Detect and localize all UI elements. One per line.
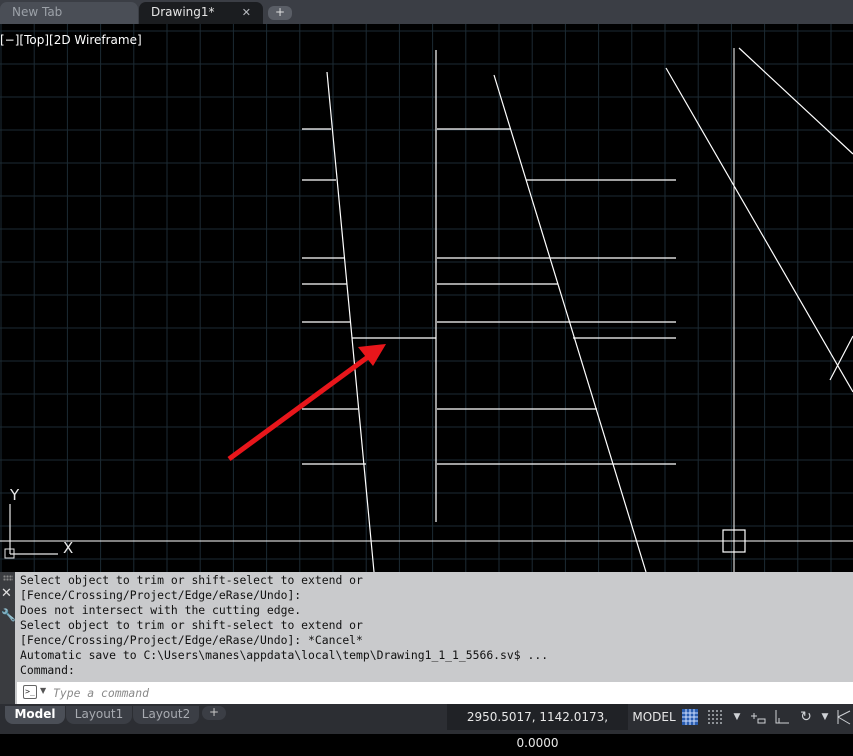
ucs-icon	[4, 504, 58, 559]
ucs-y-label: Y	[10, 486, 20, 504]
chevron-down-icon[interactable]: ▼	[727, 708, 747, 726]
drawing-line	[493, 74, 647, 572]
arrow-shaft	[227, 351, 374, 462]
command-history-line: Automatic save to C:\Users\manes\appdata…	[20, 648, 549, 662]
tab-label: Drawing1*	[151, 5, 215, 19]
ucs-x-label: X	[63, 539, 74, 557]
command-input[interactable]	[53, 682, 843, 704]
layout-tab-layout1[interactable]: Layout1	[66, 706, 132, 724]
model-space-button[interactable]: MODEL	[630, 704, 678, 730]
wrench-icon[interactable]: 🔧	[1, 608, 16, 622]
command-prompt-icon[interactable]: >_	[23, 685, 37, 699]
add-layout-button[interactable]: +	[202, 706, 226, 720]
grip-icon[interactable]	[3, 575, 13, 581]
viewport-controls-label[interactable]: [−][Top][2D Wireframe]	[0, 33, 142, 47]
snap-icon[interactable]	[705, 708, 725, 726]
command-history-line: Does not intersect with the cutting edge…	[20, 603, 302, 617]
command-history-line: Select object to trim or shift-select to…	[20, 573, 363, 587]
new-tab-button[interactable]: +	[268, 6, 292, 20]
status-bar: Model Layout1 Layout2 + 2950.5017, 1142.…	[0, 704, 853, 750]
file-tab-bar: New Tab Drawing1* ✕ +	[0, 0, 853, 24]
coordinate-readout[interactable]: 2950.5017, 1142.0173, 0.0000	[447, 704, 628, 750]
command-history-line: [Fence/Crossing/Project/Edge/eRase/Undo]…	[20, 588, 302, 602]
polar-tracking-icon[interactable]: ↻	[796, 708, 816, 726]
layout-tab-model[interactable]: Model	[5, 706, 65, 724]
drawing-svg	[0, 24, 853, 572]
command-history-line: Command:	[20, 663, 75, 677]
command-history: Select object to trim or shift-select to…	[20, 573, 850, 678]
tab-drawing1[interactable]: Drawing1* ✕	[139, 2, 263, 24]
close-icon[interactable]: ✕	[1, 586, 12, 601]
close-icon[interactable]: ✕	[242, 2, 251, 23]
chevron-down-icon[interactable]: ▼	[40, 686, 46, 695]
chevron-down-icon[interactable]: ▼	[815, 708, 835, 726]
command-history-line: [Fence/Crossing/Project/Edge/eRase/Undo]…	[20, 633, 363, 647]
tab-label: New Tab	[12, 5, 63, 19]
grid	[0, 24, 853, 572]
command-history-line: Select object to trim or shift-select to…	[20, 618, 363, 632]
layout-tab-layout2[interactable]: Layout2	[133, 706, 199, 724]
isometric-drafting-icon[interactable]	[834, 708, 853, 726]
drawing-canvas[interactable]: [−][Top][2D Wireframe] Y X	[0, 24, 853, 572]
infer-constraints-icon[interactable]	[748, 708, 768, 726]
grid-icon[interactable]	[680, 708, 700, 726]
command-window-handle[interactable]: ✕ 🔧	[0, 572, 16, 704]
drawing-line	[665, 67, 853, 393]
command-line[interactable]: >_ ▼	[17, 682, 853, 704]
tab-new-tab[interactable]: New Tab	[0, 2, 138, 24]
ortho-icon[interactable]	[772, 708, 792, 726]
command-window: ✕ 🔧 Select object to trim or shift-selec…	[0, 572, 853, 704]
